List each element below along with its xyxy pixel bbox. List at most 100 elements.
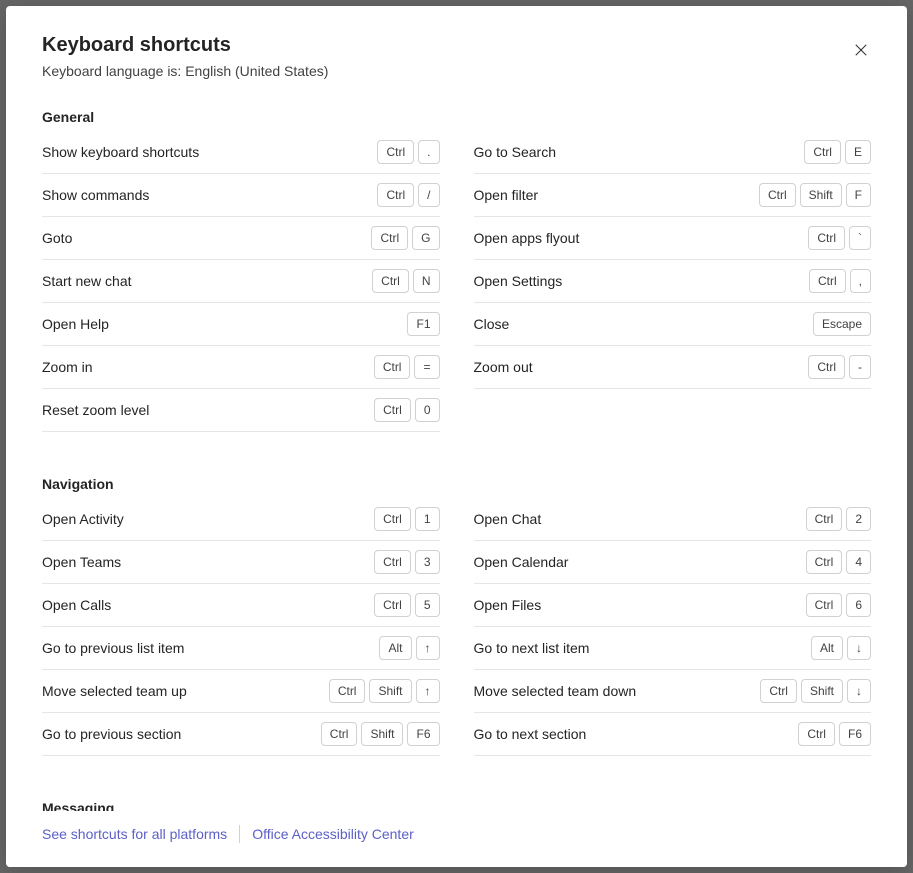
key-cap: Ctrl: [809, 269, 846, 293]
key-cap: Ctrl: [798, 722, 835, 746]
shortcut-keys: F1: [407, 312, 439, 336]
shortcut-label: Go to Search: [474, 144, 557, 160]
shortcut-keys: CtrlShiftF6: [321, 722, 440, 746]
section-spacer: [42, 432, 871, 460]
shortcut-row: Open Activity Ctrl1: [42, 498, 440, 541]
link-all-platforms[interactable]: See shortcuts for all platforms: [42, 826, 227, 842]
key-cap: F6: [839, 722, 871, 746]
link-accessibility-center[interactable]: Office Accessibility Center: [252, 826, 414, 842]
key-cap: Ctrl: [377, 183, 414, 207]
key-cap: F6: [407, 722, 439, 746]
shortcut-row: Open TeamsCtrl3: [42, 541, 440, 584]
key-cap: E: [845, 140, 871, 164]
shortcut-label: Move selected team up: [42, 683, 187, 699]
shortcut-row: Open ChatCtrl2: [474, 498, 872, 541]
shortcut-label: Go to next section: [474, 726, 587, 742]
shortcut-keys: Ctrl=: [374, 355, 440, 379]
shortcut-row: Reset zoom level Ctrl0: [42, 389, 440, 432]
shortcut-label: Open Chat: [474, 511, 542, 527]
shortcut-keys: CtrlG: [371, 226, 439, 250]
key-cap: Ctrl: [372, 269, 409, 293]
key-cap: 1: [415, 507, 440, 531]
shortcut-row: Zoom outCtrl-: [474, 346, 872, 389]
shortcut-row: Open Calls Ctrl5: [42, 584, 440, 627]
shortcut-row: Go to previous list itemAlt↑: [42, 627, 440, 670]
shortcut-keys: Ctrl,: [809, 269, 871, 293]
key-cap: Ctrl: [806, 593, 843, 617]
close-icon: [854, 43, 868, 57]
close-button[interactable]: [851, 40, 871, 60]
shortcut-label: Close: [474, 316, 510, 332]
key-cap: Alt: [811, 636, 843, 660]
key-cap: ↓: [847, 636, 871, 660]
key-cap: Ctrl: [329, 679, 366, 703]
shortcut-row: Open CalendarCtrl4: [474, 541, 872, 584]
dialog-content[interactable]: GeneralShow keyboard shortcutsCtrl.Show …: [6, 93, 907, 811]
key-cap: =: [414, 355, 439, 379]
shortcut-row: Move selected team downCtrlShift↓: [474, 670, 872, 713]
shortcut-row: Start new chatCtrlN: [42, 260, 440, 303]
shortcut-label: Open Teams: [42, 554, 121, 570]
shortcut-keys: Alt↑: [379, 636, 439, 660]
key-cap: 3: [415, 550, 440, 574]
shortcut-label: Show keyboard shortcuts: [42, 144, 199, 160]
key-cap: Ctrl: [804, 140, 841, 164]
key-cap: Shift: [361, 722, 403, 746]
key-cap: 6: [846, 593, 871, 617]
shortcut-keys: CtrlF6: [798, 722, 871, 746]
shortcut-keys: Ctrl.: [377, 140, 439, 164]
section-spacer: [42, 756, 871, 784]
shortcut-label: Open filter: [474, 187, 539, 203]
key-cap: N: [413, 269, 440, 293]
shortcut-row: Open FilesCtrl6: [474, 584, 872, 627]
shortcut-column-right: Open ChatCtrl2Open CalendarCtrl4Open Fil…: [474, 498, 872, 756]
shortcut-keys: Ctrl1: [374, 507, 439, 531]
shortcut-keys: Ctrl0: [374, 398, 439, 422]
shortcut-row: Show commands Ctrl/: [42, 174, 440, 217]
shortcut-column-left: Show keyboard shortcuts Ctrl. Show command…: [42, 131, 440, 432]
section-title: Messaging: [42, 800, 871, 811]
shortcut-row: Open filter CtrlShiftF: [474, 174, 872, 217]
shortcut-label: Open Activity: [42, 511, 124, 527]
shortcut-row: CloseEscape: [474, 303, 872, 346]
shortcut-row: Go to Search CtrlE: [474, 131, 872, 174]
key-cap: G: [412, 226, 439, 250]
shortcut-label: Go to next list item: [474, 640, 590, 656]
shortcut-keys: Alt↓: [811, 636, 871, 660]
key-cap: 0: [415, 398, 440, 422]
shortcut-keys: Ctrl5: [374, 593, 439, 617]
key-cap: Ctrl: [808, 226, 845, 250]
shortcut-row: Open apps flyout Ctrl`: [474, 217, 872, 260]
key-cap: /: [418, 183, 439, 207]
key-cap: F1: [407, 312, 439, 336]
shortcut-keys: CtrlShiftF: [759, 183, 871, 207]
shortcut-grid: Show keyboard shortcuts Ctrl. Show command…: [42, 131, 871, 432]
shortcut-label: Reset zoom level: [42, 402, 149, 418]
shortcut-label: Show commands: [42, 187, 149, 203]
dialog-footer: See shortcuts for all platforms Office A…: [6, 811, 907, 867]
key-cap: Ctrl: [374, 355, 411, 379]
shortcut-column-left: Open ActivityCtrl1Open TeamsCtrl3Open Ca…: [42, 498, 440, 756]
shortcut-row: Go to next section CtrlF6: [474, 713, 872, 756]
shortcut-row: Open Help F1: [42, 303, 440, 346]
shortcut-label: Open Help: [42, 316, 109, 332]
key-cap: 4: [846, 550, 871, 574]
key-cap: ↑: [416, 636, 440, 660]
key-cap: Shift: [369, 679, 411, 703]
key-cap: Shift: [800, 183, 842, 207]
shortcut-label: Open Calls: [42, 597, 111, 613]
key-cap: -: [849, 355, 871, 379]
shortcut-column-right: Go to SearchCtrlEOpen filterCtrlShiftFOp…: [474, 131, 872, 432]
shortcut-keys: CtrlE: [804, 140, 871, 164]
shortcut-label: Move selected team down: [474, 683, 637, 699]
shortcut-label: Open apps flyout: [474, 230, 580, 246]
key-cap: Ctrl: [374, 398, 411, 422]
key-cap: .: [418, 140, 439, 164]
key-cap: ↑: [416, 679, 440, 703]
key-cap: 2: [846, 507, 871, 531]
shortcut-keys: Ctrl4: [806, 550, 871, 574]
keyboard-shortcuts-dialog: Keyboard shortcuts Keyboard language is:…: [6, 6, 907, 867]
key-cap: 5: [415, 593, 440, 617]
shortcut-keys: Ctrl`: [808, 226, 871, 250]
dialog-subtitle: Keyboard language is: English (United St…: [42, 63, 871, 79]
